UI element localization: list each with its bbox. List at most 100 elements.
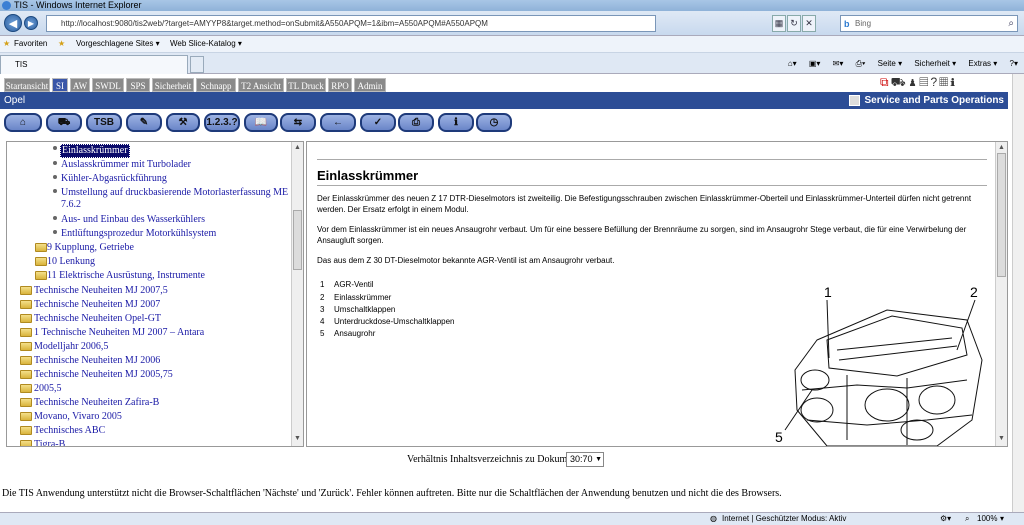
bullet-icon [53, 216, 57, 220]
security-zone[interactable]: Internet | Geschützter Modus: Aktiv [722, 513, 846, 525]
book-button[interactable]: 📖 [244, 113, 278, 132]
person-icon[interactable]: ♟ [908, 75, 920, 89]
help-icon[interactable]: ?▾ [1010, 59, 1018, 68]
help-question-icon[interactable]: ? [930, 75, 939, 89]
tree-folder[interactable]: 9 Kupplung, Getriebe [47, 242, 134, 254]
folder-icon [35, 257, 47, 266]
legend-row: 5 Ansaugrohr [320, 328, 375, 339]
zoom-level[interactable]: 100% [977, 513, 997, 525]
vehicle-select-button[interactable]: ⛟ [46, 113, 82, 132]
scroll-down-icon[interactable]: ▼ [997, 434, 1006, 444]
legend-row: 2 Einlasskrümmer [320, 292, 391, 303]
doc-scrollbar[interactable]: ▲ ▼ [995, 142, 1007, 446]
web-slice-link[interactable]: Web Slice-Katalog ▾ [170, 36, 242, 52]
tree-folder[interactable]: Tigra-B [34, 439, 65, 446]
bookmark-button[interactable]: ✓ [360, 113, 396, 132]
tis-tab-admin[interactable]: Admin [354, 78, 386, 92]
tree-item[interactable]: Entlüftungsprozedur Motorkühlsystem [61, 228, 216, 240]
tools-button[interactable]: ⚒ [166, 113, 200, 132]
car-icon[interactable]: ⛟ [891, 75, 908, 89]
browser-tab[interactable]: TIS [0, 55, 188, 74]
tis-tab-t2-ansicht[interactable]: T2 Ansicht [238, 78, 284, 92]
tree-folder[interactable]: Technische Neuheiten MJ 2007 [34, 299, 160, 311]
tree-folder[interactable]: 1 Technische Neuheiten MJ 2007 – Antara [34, 327, 204, 339]
tis-tab-si[interactable]: SI [52, 78, 68, 92]
engine-part [900, 419, 934, 441]
tree-item[interactable]: Aus- und Einbau des Wasserkühlers [61, 214, 205, 226]
tis-tab-sps[interactable]: SPS [126, 78, 150, 92]
sequence-button[interactable]: ⇆ [280, 113, 316, 132]
url-field[interactable]: http://localhost:9080/tis2web/?target=AM… [46, 15, 656, 32]
feeds-icon[interactable]: ▣▾ [809, 59, 821, 68]
page-scrollbar[interactable] [1012, 74, 1024, 512]
home-icon[interactable]: ⌂▾ [788, 59, 797, 68]
extras-menu[interactable]: Extras ▾ [968, 59, 997, 68]
tree-folder[interactable]: 11 Elektrische Ausrüstung, Instrumente [47, 270, 205, 282]
history-button[interactable]: ◷ [476, 113, 512, 132]
folder-icon [20, 342, 32, 351]
mail-icon[interactable]: ✉▾ [833, 59, 844, 68]
refresh-icon[interactable]: ↻ [787, 15, 801, 32]
tree-folder[interactable]: 2005,5 [34, 383, 62, 395]
doc-paragraph-1: Der Einlasskrümmer des neuen Z 17 DTR-Di… [317, 194, 972, 214]
tree-folder[interactable]: Technisches ABC [34, 425, 105, 437]
new-tab-button[interactable] [190, 56, 204, 73]
tis-tab-rpo[interactable]: RPO [328, 78, 352, 92]
edit-button[interactable]: ✎ [126, 113, 162, 132]
ratio-select[interactable]: 30:70 ▼ [566, 452, 604, 467]
forward-icon[interactable]: ▶ [24, 16, 38, 30]
tree-scroll-thumb[interactable] [293, 210, 302, 270]
tis-tab-sicherheit[interactable]: Sicherheit [152, 78, 194, 92]
search-icon[interactable]: ⌕ [1008, 16, 1014, 31]
tree-item[interactable]: Auslasskrümmer mit Turbolader [61, 159, 191, 171]
scroll-up-icon[interactable]: ▲ [997, 143, 1006, 153]
tree-folder[interactable]: Movano, Vivaro 2005 [34, 411, 122, 423]
tree-folder[interactable]: Technische Neuheiten MJ 2007,5 [34, 285, 168, 297]
tree-item-cont[interactable]: 7.6.2 [61, 199, 81, 211]
info-button[interactable]: ℹ [438, 113, 474, 132]
numbers-button[interactable]: 1.2.3.? [204, 113, 240, 132]
folder-icon [20, 398, 32, 407]
zone-settings-icon[interactable]: ⚙▾ [940, 513, 951, 525]
page-menu[interactable]: Seite ▾ [878, 59, 902, 68]
document-icon[interactable]: ▤ [919, 75, 930, 89]
favorites-button[interactable]: Favoriten [14, 36, 47, 52]
tis-tab-aw[interactable]: AW [70, 78, 90, 92]
tree-folder[interactable]: 10 Lenkung [47, 256, 95, 268]
browser-notice: Die TIS Anwendung unterstützt nicht die … [2, 488, 782, 499]
tis-tab-tl-druck[interactable]: TL Druck [286, 78, 326, 92]
stop-icon[interactable]: ✕ [802, 15, 816, 32]
back-icon[interactable]: ◀ [4, 14, 22, 32]
scroll-down-icon[interactable]: ▼ [293, 434, 302, 444]
tree-scrollbar[interactable]: ▲ ▼ [291, 142, 303, 446]
pdf-icon[interactable]: ⧉ [880, 75, 891, 89]
print-button[interactable]: ⎙ [398, 113, 434, 132]
tis-tab-startansicht[interactable]: Startansicht [4, 78, 50, 92]
tree-folder[interactable]: Technische Neuheiten Zafira-B [34, 397, 159, 409]
tis-tab-swdl[interactable]: SWDL [92, 78, 124, 92]
tis-tab-schnapp[interactable]: Schnapp [196, 78, 236, 92]
search-input[interactable]: b Bing ⌕ [840, 15, 1018, 32]
scroll-up-icon[interactable]: ▲ [293, 143, 302, 153]
tree-folder[interactable]: Technische Neuheiten Opel-GT [34, 313, 161, 325]
tree-item[interactable]: Umstellung auf druckbasierende Motorlast… [61, 187, 288, 199]
add-favorite-icon[interactable]: ★ [58, 36, 65, 52]
tree-folder[interactable]: Technische Neuheiten MJ 2005,75 [34, 369, 173, 381]
tree-item[interactable]: Kühler-Abgasrückführung [61, 173, 167, 185]
doc-scroll-thumb[interactable] [997, 153, 1006, 277]
bullet-icon [53, 146, 57, 150]
tree-folder[interactable]: Modelljahr 2006,5 [34, 341, 108, 353]
info-icon[interactable]: ℹ [950, 75, 957, 89]
settings-icon[interactable]: ▦ [939, 75, 950, 89]
tsb-button[interactable]: TSB [86, 113, 122, 132]
zoom-chevron-icon[interactable]: ▾ [1000, 513, 1004, 525]
callout-5: 5 [775, 429, 783, 445]
back-arrow-button[interactable]: ← [320, 113, 356, 132]
security-menu[interactable]: Sicherheit ▾ [914, 59, 956, 68]
tree-folder[interactable]: Technische Neuheiten MJ 2006 [34, 355, 160, 367]
compat-icon[interactable]: ▦ [772, 15, 786, 32]
suggested-sites-link[interactable]: Vorgeschlagene Sites ▾ [76, 36, 160, 52]
home-button[interactable]: ⌂ [4, 113, 42, 132]
tree-item-einlasskruemmer[interactable]: Einlasskrümmer [60, 144, 130, 158]
print-icon[interactable]: ⎙▾ [856, 59, 866, 68]
